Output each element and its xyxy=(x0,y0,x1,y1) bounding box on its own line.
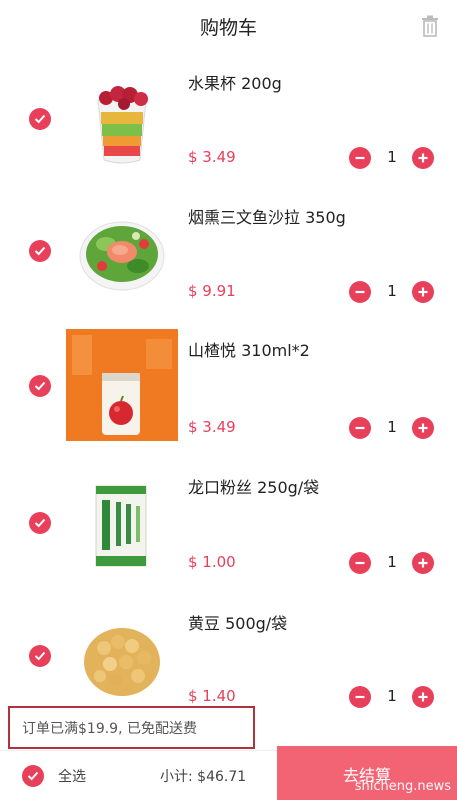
check-icon xyxy=(34,381,46,391)
plus-icon xyxy=(418,692,428,702)
item-checkbox[interactable] xyxy=(29,512,51,534)
quantity-value: 1 xyxy=(387,418,397,436)
quantity-value: 1 xyxy=(387,553,397,571)
plus-icon xyxy=(418,287,428,297)
minus-icon xyxy=(355,426,365,430)
watermark: shicheng.news xyxy=(354,779,451,794)
item-price: $ 1.00 xyxy=(188,553,236,571)
trash-icon[interactable] xyxy=(421,15,439,37)
item-name: 龙口粉丝 250g/袋 xyxy=(188,478,320,497)
increase-button[interactable] xyxy=(412,281,434,303)
cart-item: 龙口粉丝 250g/袋 $ 1.00 1 xyxy=(0,462,457,598)
product-image[interactable] xyxy=(66,196,178,308)
increase-button[interactable] xyxy=(412,147,434,169)
quantity-value: 1 xyxy=(387,148,397,166)
minus-icon xyxy=(355,561,365,565)
item-checkbox[interactable] xyxy=(29,240,51,262)
increase-button[interactable] xyxy=(412,552,434,574)
item-name: 水果杯 200g xyxy=(188,74,282,93)
item-name: 黄豆 500g/袋 xyxy=(188,614,288,633)
select-all-checkbox[interactable] xyxy=(22,765,44,787)
product-image[interactable] xyxy=(66,64,178,176)
cart-item: 山楂悦 310ml*2 $ 3.49 1 xyxy=(0,325,457,461)
check-icon xyxy=(27,771,39,781)
subtotal: 小计: $46.71 xyxy=(160,769,247,785)
item-checkbox[interactable] xyxy=(29,108,51,130)
item-name: 烟熏三文鱼沙拉 350g xyxy=(188,208,346,227)
increase-button[interactable] xyxy=(412,686,434,708)
item-price: $ 3.49 xyxy=(188,418,236,436)
item-price: $ 9.91 xyxy=(188,282,236,300)
quantity-value: 1 xyxy=(387,687,397,705)
check-icon xyxy=(34,246,46,256)
decrease-button[interactable] xyxy=(349,417,371,439)
decrease-button[interactable] xyxy=(349,147,371,169)
minus-icon xyxy=(355,695,365,699)
decrease-button[interactable] xyxy=(349,686,371,708)
product-image[interactable] xyxy=(66,329,178,441)
page-title: 购物车 xyxy=(199,16,257,39)
notice-text: 订单已满$19.9, 已免配送费 xyxy=(22,720,197,737)
increase-button[interactable] xyxy=(412,417,434,439)
cart-item: 水果杯 200g $ 3.49 1 xyxy=(0,52,457,188)
check-icon xyxy=(34,114,46,124)
minus-icon xyxy=(355,290,365,294)
decrease-button[interactable] xyxy=(349,281,371,303)
header: 购物车 xyxy=(0,0,457,52)
item-price: $ 1.40 xyxy=(188,687,236,705)
free-delivery-notice: 订单已满$19.9, 已免配送费 xyxy=(8,706,255,749)
product-image[interactable] xyxy=(66,468,178,580)
check-icon xyxy=(34,518,46,528)
product-image[interactable] xyxy=(66,604,178,716)
check-icon xyxy=(34,651,46,661)
quantity-value: 1 xyxy=(387,282,397,300)
plus-icon xyxy=(418,153,428,163)
select-all-label[interactable]: 全选 xyxy=(58,766,86,786)
plus-icon xyxy=(418,558,428,568)
item-checkbox[interactable] xyxy=(29,645,51,667)
item-name: 山楂悦 310ml*2 xyxy=(188,341,310,360)
item-checkbox[interactable] xyxy=(29,375,51,397)
plus-icon xyxy=(418,423,428,433)
item-price: $ 3.49 xyxy=(188,148,236,166)
minus-icon xyxy=(355,156,365,160)
decrease-button[interactable] xyxy=(349,552,371,574)
cart-item: 烟熏三文鱼沙拉 350g $ 9.91 1 xyxy=(0,188,457,324)
